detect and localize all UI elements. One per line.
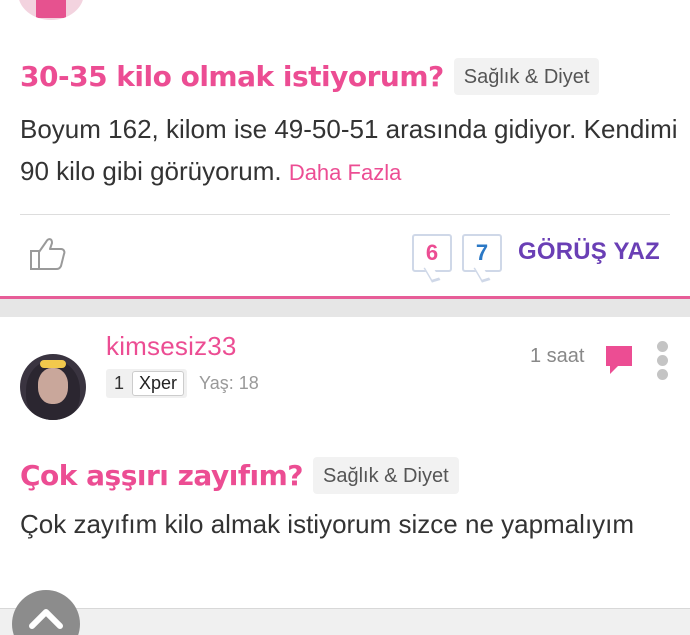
question-card: 30-35 kilo olmak istiyorum? Sağlık & Diy…: [0, 0, 690, 300]
question-body: Boyum 162, kilom ise 49-50-51 arasında g…: [20, 108, 680, 194]
chevron-up-icon: [29, 609, 63, 629]
category-badge[interactable]: Sağlık & Diyet: [453, 58, 600, 95]
question-card: kimsesiz33 1 Xper Yaş: 18 1 saat Çok aşş…: [0, 317, 690, 635]
avatar[interactable]: [20, 354, 86, 420]
read-more-link[interactable]: Daha Fazla: [289, 160, 402, 185]
comment-icon[interactable]: [604, 344, 634, 376]
write-opinion-button[interactable]: GÖRÜŞ YAZ: [518, 238, 660, 266]
question-title-row: 30-35 kilo olmak istiyorum? Sağlık & Diy…: [20, 58, 600, 95]
category-badge[interactable]: Sağlık & Diyet: [313, 457, 459, 494]
opinion-count: 6: [425, 240, 439, 265]
reply-count: 7: [475, 240, 489, 265]
question-text: Çok zayıfım kilo almak istiyorum sizce n…: [20, 509, 635, 539]
thumbs-up-icon[interactable]: [28, 234, 68, 272]
user-meta: 1 Xper Yaş: 18: [106, 369, 259, 398]
level-title: Xper: [132, 371, 185, 396]
card-separator: [0, 299, 690, 317]
post-time: 1 saat: [530, 345, 585, 367]
avatar[interactable]: [18, 0, 84, 20]
username-link[interactable]: kimsesiz33: [106, 331, 237, 362]
opinion-count-badge[interactable]: 6: [412, 234, 452, 283]
question-title-row: Çok aşşırı zayıfım? Sağlık & Diyet: [20, 457, 459, 494]
user-age: Yaş: 18: [199, 373, 259, 393]
question-title[interactable]: Çok aşşırı zayıfım?: [20, 459, 304, 492]
question-title[interactable]: 30-35 kilo olmak istiyorum?: [20, 60, 444, 93]
feed-page: 30-35 kilo olmak istiyorum? Sağlık & Diy…: [0, 0, 690, 635]
divider: [20, 214, 670, 215]
bottom-bar: [0, 608, 690, 635]
level-badge: 1 Xper: [106, 369, 188, 398]
level-number: 1: [114, 373, 125, 393]
more-vertical-icon[interactable]: [655, 341, 669, 381]
reply-count-badge[interactable]: 7: [462, 234, 502, 283]
